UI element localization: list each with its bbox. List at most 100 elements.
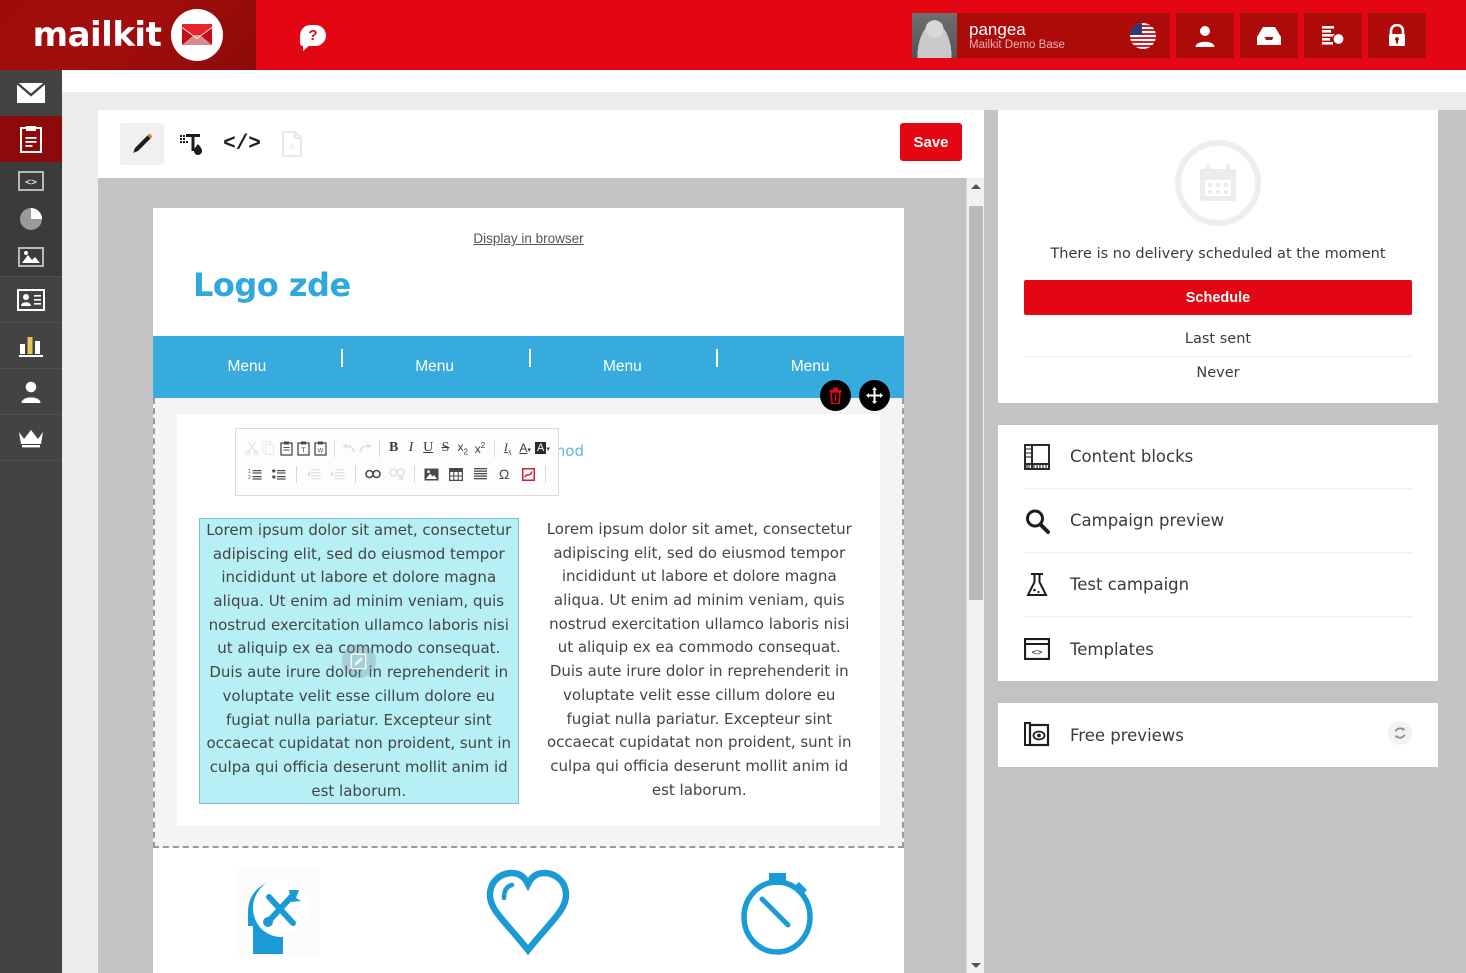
strikethrough-icon[interactable]: S — [438, 436, 453, 460]
paragraph-text-right: Lorem ipsum dolor sit amet, consectetur … — [546, 520, 852, 799]
account-switcher[interactable]: pangea Mailkit Demo Base — [912, 13, 1170, 58]
tool-text-style[interactable] — [170, 123, 214, 165]
superscript-icon[interactable]: x2 — [472, 436, 487, 460]
free-previews-card: Free previews — [998, 703, 1438, 767]
sidebar-item-premium[interactable] — [0, 414, 62, 460]
inbox-button[interactable] — [1240, 13, 1298, 58]
special-character-icon[interactable]: Ω — [493, 462, 515, 486]
move-block-button[interactable] — [859, 380, 890, 411]
user-base-name: Mailkit Demo Base — [969, 38, 1065, 51]
feature-item-3[interactable]: Feature 3 — [654, 868, 904, 973]
indent-icon[interactable] — [327, 462, 349, 486]
feature-item-1[interactable]: Feature 1 — [153, 868, 403, 973]
bold-icon[interactable]: B — [386, 436, 401, 460]
svg-text:2: 2 — [248, 475, 251, 480]
refresh-previews-button[interactable] — [1388, 720, 1412, 750]
email-menu-item-3[interactable]: Menu — [528, 349, 717, 376]
rail-label-templates: Templates — [1070, 639, 1154, 659]
flask-test-icon — [1026, 572, 1048, 596]
schedule-button[interactable]: Schedule — [1024, 280, 1412, 315]
justify-icon[interactable] — [469, 462, 491, 486]
unlink-icon[interactable] — [386, 462, 408, 486]
tool-source-code[interactable]: </> — [220, 123, 264, 165]
contacts-button[interactable] — [1176, 13, 1234, 58]
bulleted-list-icon[interactable] — [268, 462, 290, 486]
selected-content-block[interactable]: ed do eiusmod iqua. — [153, 380, 904, 849]
redo-icon[interactable] — [358, 436, 373, 460]
outdent-icon[interactable] — [303, 462, 325, 486]
sidebar-item-gallery[interactable] — [0, 238, 62, 276]
lock-icon — [1389, 23, 1405, 46]
feature-item-2[interactable]: Feature 2 — [403, 868, 653, 973]
contacts-person-icon — [1195, 25, 1215, 47]
last-sent-label: Last sent — [1024, 331, 1412, 357]
background-color-icon[interactable]: A ▾ — [534, 436, 550, 460]
help-button[interactable]: ? — [296, 18, 330, 52]
tool-visual-editor[interactable] — [120, 123, 164, 165]
logout-lock-button[interactable] — [1368, 13, 1426, 58]
paste-as-plain-text-icon[interactable]: T — [296, 436, 311, 460]
features-block[interactable]: Feature 1 Feature 2 — [153, 848, 904, 973]
image-gallery-icon — [18, 247, 44, 267]
language-selector[interactable] — [1110, 22, 1156, 49]
top-white-strip — [62, 70, 1466, 92]
paste-icon[interactable] — [279, 436, 294, 460]
sidebar-item-templates[interactable]: <> — [0, 162, 62, 200]
calendar-icon — [1200, 164, 1236, 201]
email-header-block[interactable]: Display in browser Logo zde — [153, 208, 904, 336]
help-question-bubble-icon: ? — [300, 24, 326, 51]
rail-item-test-campaign[interactable]: Test campaign — [1024, 553, 1412, 617]
canvas-scrollbar[interactable] — [966, 178, 984, 973]
code-template-icon: <> — [18, 171, 44, 191]
cut-icon[interactable] — [244, 436, 259, 460]
remove-format-icon[interactable]: Ix — [500, 436, 515, 460]
sidebar-item-statistics[interactable] — [0, 322, 62, 368]
personalization-tag-icon[interactable] — [517, 462, 539, 486]
email-menu-item-4[interactable]: Menu — [716, 349, 904, 376]
schedule-card: There is no delivery scheduled at the mo… — [998, 110, 1438, 403]
sidebar-item-mail[interactable] — [0, 70, 62, 116]
rail-item-campaign-preview[interactable]: Campaign preview — [1024, 489, 1412, 553]
numbered-list-icon[interactable]: 12 — [244, 462, 266, 486]
left-gutter — [62, 110, 98, 973]
edit-block-handle[interactable] — [341, 644, 376, 679]
credits-button[interactable] — [1304, 13, 1362, 58]
scrollbar-thumb[interactable] — [969, 206, 983, 600]
insert-image-icon[interactable] — [421, 462, 443, 486]
rail-item-templates[interactable]: <> Templates — [1024, 617, 1412, 681]
underline-icon[interactable]: U — [421, 436, 436, 460]
undo-icon[interactable] — [341, 436, 356, 460]
insert-table-icon[interactable] — [445, 462, 467, 486]
crown-icon — [19, 429, 43, 447]
save-button[interactable]: Save — [900, 123, 962, 161]
calendar-icon-circle — [1175, 140, 1261, 226]
text-column-left-selected[interactable]: Lorem ipsum dolor sit amet, consectetur … — [199, 518, 519, 805]
sidebar-item-contacts[interactable] — [0, 276, 62, 322]
text-column-right[interactable]: Lorem ipsum dolor sit amet, consectetur … — [541, 518, 859, 804]
scroll-down-button[interactable] — [967, 957, 984, 973]
tool-plain-text[interactable]: A — [270, 123, 314, 165]
display-in-browser-link[interactable]: Display in browser — [473, 231, 583, 246]
gap-strip — [62, 92, 1466, 110]
text-color-icon[interactable]: A▾ — [518, 436, 533, 460]
refresh-icon — [1388, 720, 1412, 745]
scroll-up-button[interactable] — [967, 178, 984, 194]
delete-block-button[interactable] — [820, 380, 851, 411]
paste-from-word-icon[interactable]: W — [313, 436, 328, 460]
subscript-icon[interactable]: x2 — [455, 436, 470, 460]
sidebar-item-reports[interactable] — [0, 200, 62, 238]
copy-icon[interactable] — [261, 436, 276, 460]
rail-item-free-previews[interactable]: Free previews — [1024, 703, 1412, 767]
app-logo[interactable]: mailkit — [0, 0, 256, 70]
sidebar-item-campaigns[interactable] — [0, 116, 62, 162]
stopwatch-icon — [741, 873, 813, 955]
email-menu-item-1[interactable]: Menu — [153, 358, 341, 376]
insert-link-icon[interactable] — [362, 462, 384, 486]
italic-icon[interactable]: I — [403, 436, 418, 460]
rte-divider — [414, 465, 415, 483]
rail-item-content-blocks[interactable]: Content blocks — [1024, 425, 1412, 489]
plain-text-document-icon: A — [282, 131, 302, 157]
email-menu-item-2[interactable]: Menu — [340, 349, 529, 376]
sidebar-item-account[interactable] — [0, 368, 62, 414]
email-logo-text[interactable]: Logo zde — [153, 248, 904, 310]
